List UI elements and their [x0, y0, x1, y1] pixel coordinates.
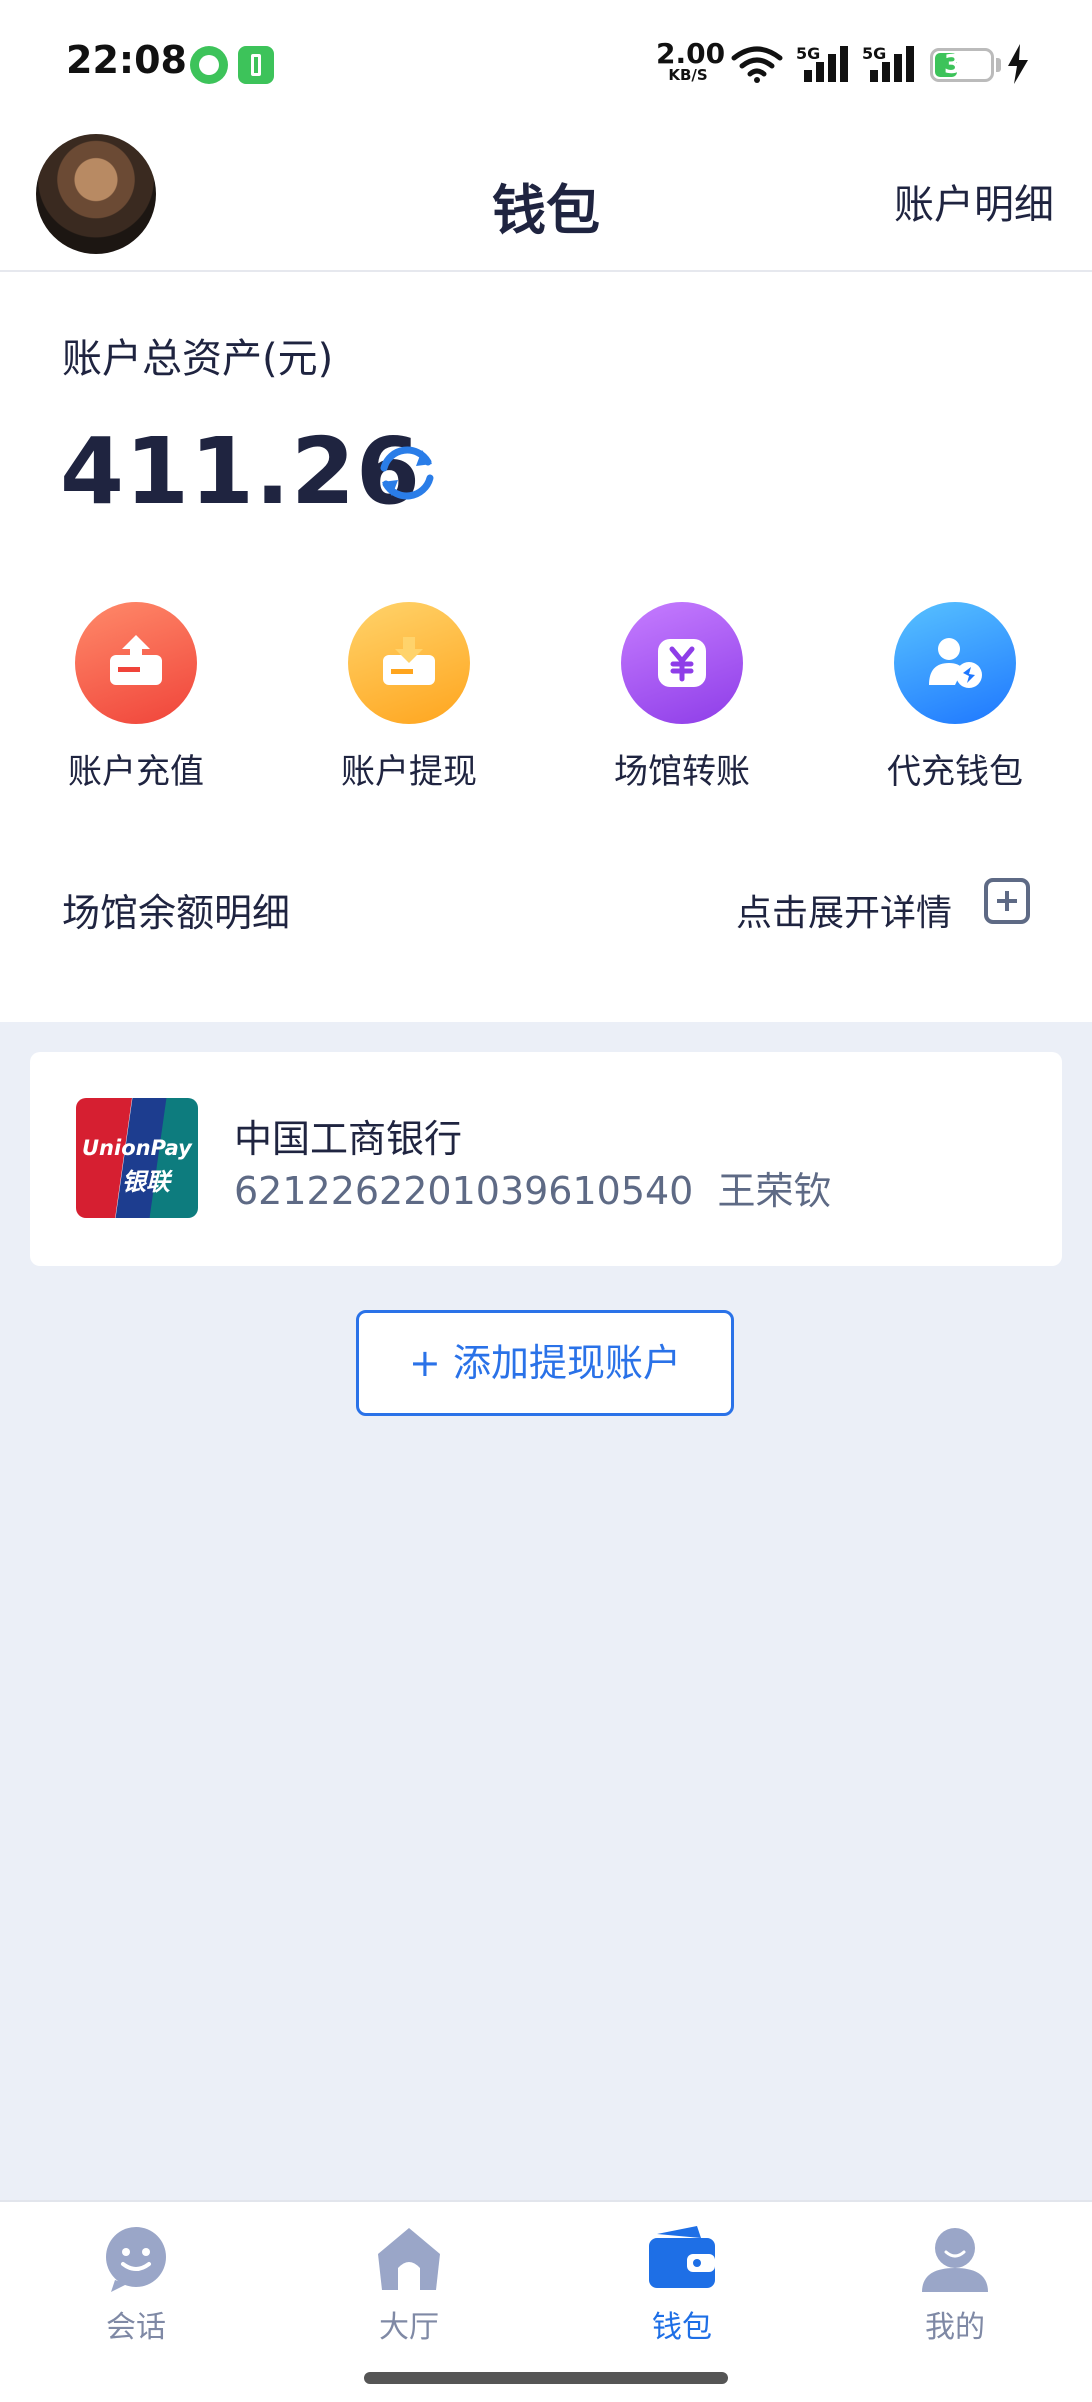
expand-details-text[interactable]: 点击展开详情 — [736, 884, 952, 936]
status-bar: 22:08 2.00 KB/S 5G 5G 31 — [0, 0, 1092, 120]
home-icon — [374, 2224, 444, 2294]
nav-wallet[interactable]: 钱包 — [592, 2224, 772, 2346]
withdraw-icon — [348, 602, 470, 724]
action-withdraw[interactable]: 账户提现 — [299, 602, 519, 793]
total-assets-label: 账户总资产(元) — [62, 336, 334, 382]
bank-account: 6212262201039610540 王荣钦 — [234, 1169, 832, 1213]
add-withdraw-account-button[interactable]: + 添加提现账户 — [356, 1310, 734, 1416]
signal-icon-2: 5G — [862, 44, 916, 82]
network-speed: 2.00 KB/S — [656, 37, 726, 84]
wallet-actions: 账户充值 账户提现 场馆转账 代充钱包 — [0, 602, 1092, 802]
profile-icon — [920, 2224, 990, 2294]
app-header: 钱包 账户明细 — [0, 120, 1092, 272]
nav-hall[interactable]: 大厅 — [319, 2224, 499, 2346]
plus-square-icon[interactable] — [984, 878, 1030, 924]
refresh-icon[interactable] — [372, 438, 442, 508]
venue-balance-title: 场馆余额明细 — [62, 891, 291, 935]
yuan-transfer-icon — [621, 602, 743, 724]
wifi-icon — [731, 46, 783, 83]
phone-app-icon — [238, 46, 274, 84]
proxy-recharge-icon — [894, 602, 1016, 724]
account-detail-link[interactable]: 账户明细 — [894, 172, 1054, 230]
unionpay-logo: UnionPay 银联 — [76, 1098, 198, 1218]
action-recharge[interactable]: 账户充值 — [26, 602, 246, 793]
venue-balance-row[interactable]: 场馆余额明细 点击展开详情 — [0, 868, 1092, 948]
assets-panel: 账户总资产(元) 411.26 账户充值 账户提现 场馆转账 代充钱包 场馆余额… — [0, 272, 1092, 1022]
nav-profile[interactable]: 我的 — [865, 2224, 1045, 2346]
nav-chat[interactable]: 会话 — [46, 2224, 226, 2346]
total-assets-amount: 411.26 — [60, 418, 422, 525]
notification-app-icon — [190, 46, 228, 84]
action-proxy-recharge[interactable]: 代充钱包 — [845, 602, 1065, 793]
signal-icon-1: 5G — [796, 44, 850, 82]
recharge-icon — [75, 602, 197, 724]
charging-bolt-icon — [1008, 44, 1028, 84]
action-venue-transfer[interactable]: 场馆转账 — [572, 602, 792, 793]
status-time: 22:08 — [66, 38, 187, 82]
bank-card[interactable]: UnionPay 银联 中国工商银行 6212262201039610540 王… — [30, 1052, 1062, 1266]
wallet-icon — [647, 2224, 717, 2294]
home-indicator[interactable] — [364, 2372, 728, 2384]
chat-icon — [101, 2224, 171, 2294]
battery-icon: 31 — [930, 48, 994, 82]
bank-name: 中国工商银行 — [234, 1117, 463, 1161]
